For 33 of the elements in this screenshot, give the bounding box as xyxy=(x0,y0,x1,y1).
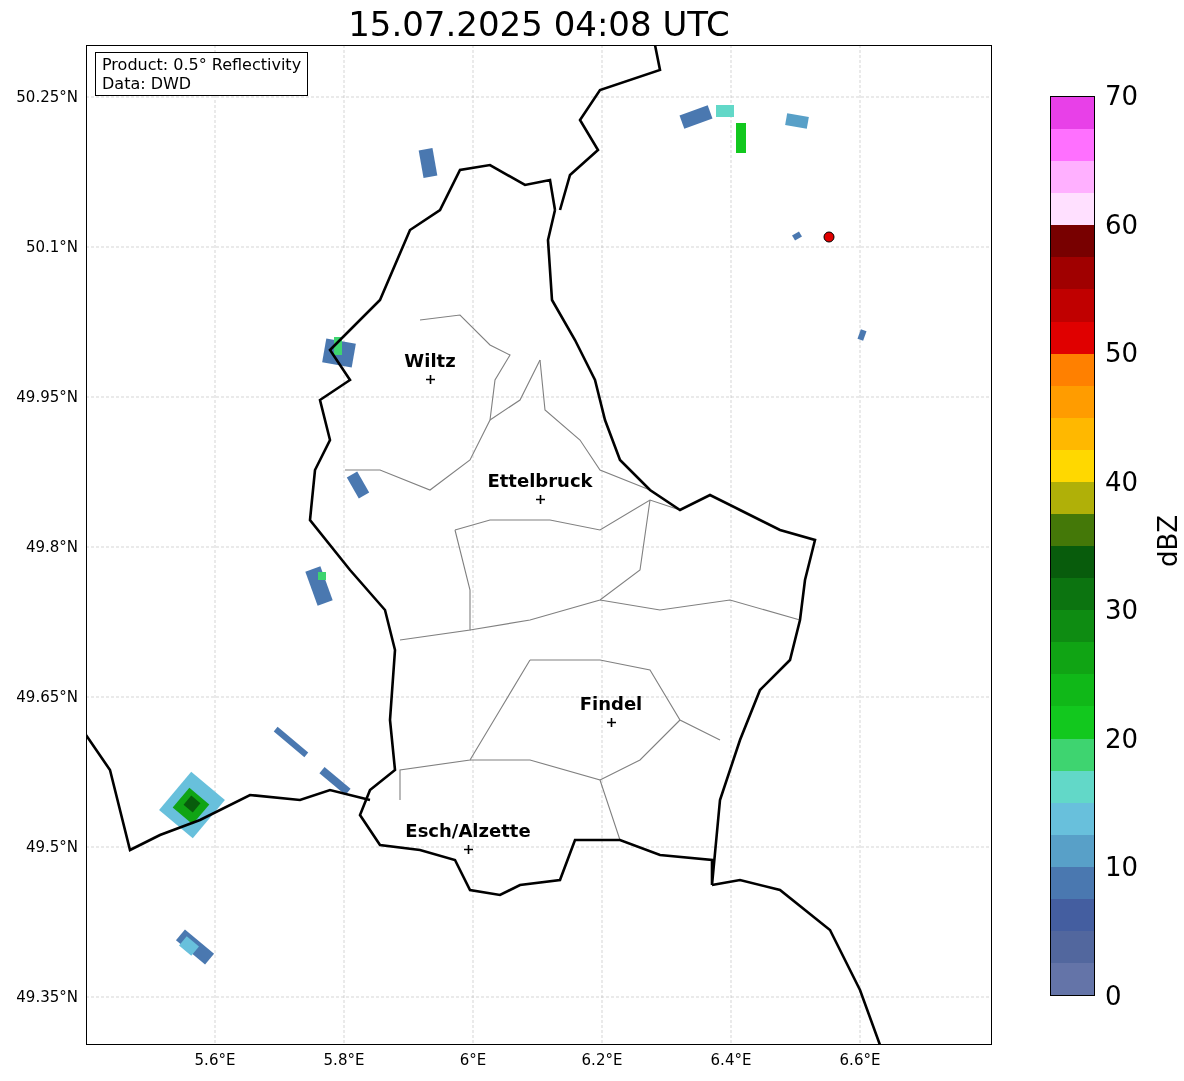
info-text: Data: DWD xyxy=(102,74,193,93)
chart-title: 15.07.2025 04:08 UTC xyxy=(347,4,731,44)
latitude-label: 50.25°N xyxy=(16,88,78,106)
colorbar-tick-label: 60 xyxy=(1104,209,1139,240)
location-marker-icon xyxy=(426,375,435,384)
place-label: Ettelbruck xyxy=(486,471,594,491)
place-label: Wiltz xyxy=(403,351,457,371)
latitude-label: 49.35°N xyxy=(16,988,78,1006)
colorbar-label: dBZ xyxy=(1153,514,1184,568)
info-text: Product: 0.5° Reflectivity xyxy=(102,55,302,74)
colorbar-tick-label: 70 xyxy=(1104,81,1139,111)
colorbar-tick-label: 30 xyxy=(1104,595,1139,626)
longitude-label: 5.8°E xyxy=(322,1051,366,1069)
colorbar-tick-label: 50 xyxy=(1104,338,1139,369)
longitude-label: 6.2°E xyxy=(580,1051,624,1069)
latitude-label: 49.8°N xyxy=(25,538,78,556)
longitude-label: 6.6°E xyxy=(838,1051,882,1069)
colorbar-tick-label: 0 xyxy=(1104,981,1122,1011)
location-marker-icon xyxy=(464,845,473,854)
longitude-label: 6.4°E xyxy=(709,1051,753,1069)
location-marker-icon xyxy=(536,495,545,504)
latitude-label: 49.65°N xyxy=(16,688,78,706)
place-label: Esch/Alzette xyxy=(404,821,532,841)
colorbar-tick-label: 10 xyxy=(1104,852,1139,883)
latitude-label: 49.5°N xyxy=(25,838,78,856)
longitude-label: 5.6°E xyxy=(193,1051,237,1069)
latitude-label: 50.1°N xyxy=(25,238,78,256)
place-label: Findel xyxy=(578,694,644,714)
colorbar-tick-label: 40 xyxy=(1104,466,1139,497)
colorbar-tick-label: 20 xyxy=(1104,723,1139,754)
latitude-label: 49.95°N xyxy=(16,388,78,406)
longitude-label: 6°E xyxy=(458,1051,488,1069)
location-marker-icon xyxy=(607,718,616,727)
